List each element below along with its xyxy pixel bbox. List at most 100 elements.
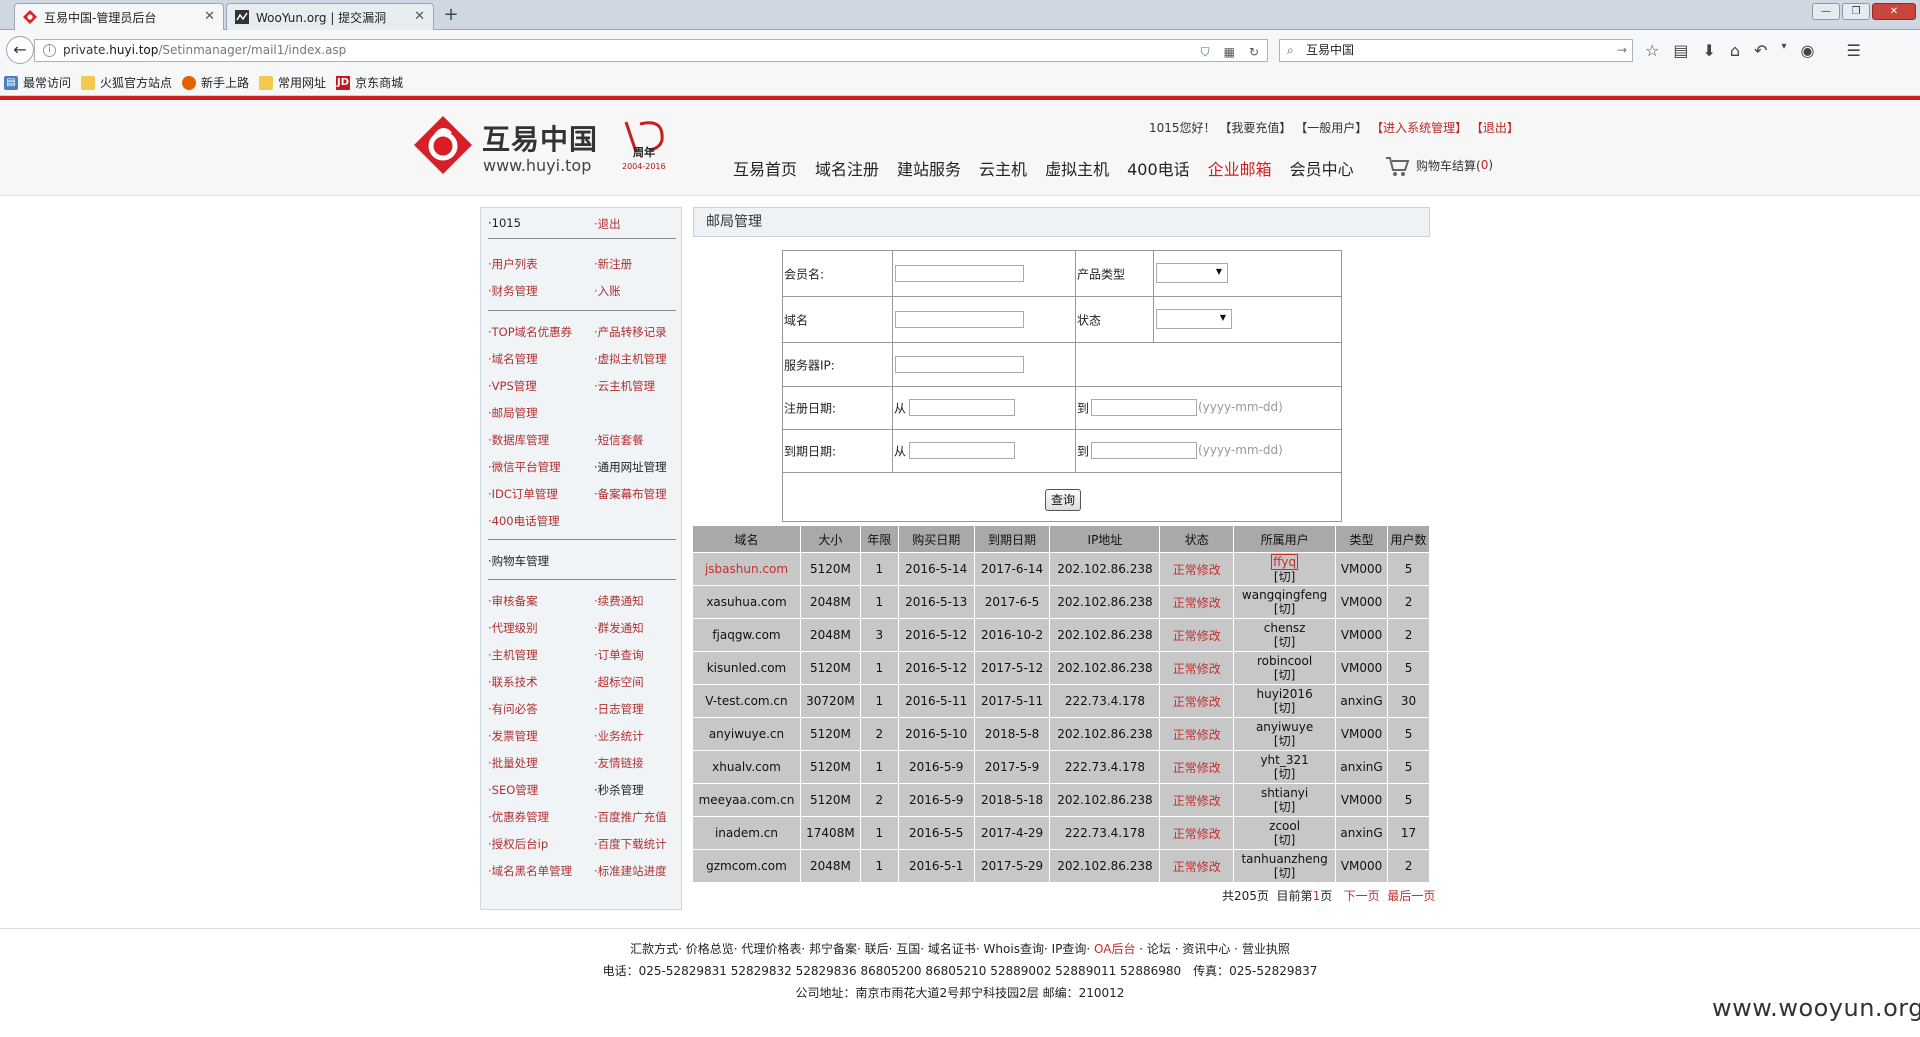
sidebar-item-logout[interactable]: ·退出 (594, 216, 621, 232)
sidebar-item[interactable]: ·备案幕布管理 (594, 486, 667, 502)
minimize-icon[interactable]: — (1812, 3, 1840, 20)
nav-website[interactable]: 建站服务 (897, 156, 961, 180)
sidebar-item[interactable]: ·通用网址管理 (594, 459, 667, 475)
query-button[interactable]: 查询 (1045, 489, 1081, 511)
browser-tab[interactable]: WooYun.org | 提交漏洞 ✕ (226, 3, 434, 30)
maximize-icon[interactable]: ❐ (1842, 3, 1870, 20)
reader-icon[interactable]: ▤ (1673, 41, 1688, 60)
sidebar-item[interactable]: ·秒杀管理 (594, 782, 644, 798)
cell-st[interactable]: 正常修改 (1159, 585, 1235, 619)
cell-st[interactable]: 正常修改 (1159, 651, 1235, 685)
sidebar-item[interactable]: ·超标空间 (594, 674, 644, 690)
cell-dom[interactable]: fjaqgw.com (692, 618, 801, 652)
cell-st[interactable]: 正常修改 (1159, 618, 1235, 652)
sidebar-item[interactable]: ·VPS管理 (488, 378, 537, 394)
switch-user-link[interactable]: [切] (1274, 635, 1295, 649)
footer-links-text[interactable]: 汇款方式· 价格总览· 代理价格表· 邦宁备案· 联后· 互国· 域名证书· W… (630, 942, 1090, 956)
back-arrow-icon[interactable]: ← (6, 36, 34, 64)
sidebar-item[interactable]: ·入账 (594, 283, 621, 299)
owner-username[interactable]: wangqingfeng (1242, 588, 1327, 602)
sidebar-item[interactable]: ·百度推广充值 (594, 809, 667, 825)
reg-date-to-input[interactable] (1091, 399, 1197, 416)
sidebar-item[interactable]: ·有问必答 (488, 701, 538, 717)
tab-close-icon[interactable]: ✕ (414, 9, 425, 24)
bookmark-item[interactable]: ▤ 最常访问 (4, 74, 71, 91)
sidebar-item[interactable]: ·主机管理 (488, 647, 538, 663)
product-type-select[interactable] (1156, 263, 1228, 283)
owner-username[interactable]: robincool (1257, 654, 1312, 668)
browser-tab-active[interactable]: 互易中国-管理员后台 ✕ (14, 3, 224, 30)
menu-icon[interactable]: ☰ (1846, 41, 1860, 60)
cell-st[interactable]: 正常修改 (1159, 750, 1235, 784)
huyi-logo-icon[interactable] (414, 116, 472, 174)
switch-user-link[interactable]: [切] (1274, 767, 1295, 781)
sidebar-item[interactable]: ·续费通知 (594, 593, 644, 609)
home-icon[interactable]: ⌂ (1730, 41, 1740, 60)
search-input[interactable]: 互易中国 (1306, 43, 1354, 57)
owner-username[interactable]: anyiwuye (1256, 720, 1313, 734)
recharge-link[interactable]: 【我要充值】 (1219, 121, 1291, 135)
member-name-input[interactable] (895, 265, 1024, 282)
sidebar-item[interactable]: ·群发通知 (594, 620, 644, 636)
sidebar-item[interactable]: ·域名管理 (488, 351, 538, 367)
sidebar-item-cart[interactable]: ·购物车管理 (488, 553, 549, 569)
owner-username[interactable]: tanhuanzheng (1241, 852, 1327, 866)
sidebar-item[interactable]: ·产品转移记录 (594, 324, 667, 340)
sidebar-item[interactable]: ·微信平台管理 (488, 459, 561, 475)
nav-cloud[interactable]: 云主机 (979, 156, 1027, 180)
sidebar-item[interactable]: ·400电话管理 (488, 513, 560, 529)
cell-dom[interactable]: inadem.cn (692, 816, 801, 850)
switch-user-link[interactable]: [切] (1274, 701, 1295, 715)
info-icon[interactable]: i (43, 44, 56, 57)
sidebar-item[interactable]: ·SEO管理 (488, 782, 538, 798)
cell-dom[interactable]: gzmcom.com (692, 849, 801, 883)
sidebar-item[interactable]: ·TOP域名优惠券 (488, 324, 572, 340)
cell-st[interactable]: 正常修改 (1159, 552, 1235, 586)
undo-icon[interactable]: ↶ (1754, 41, 1767, 60)
nav-mail[interactable]: 企业邮箱 (1208, 156, 1272, 180)
nav-vhost[interactable]: 虚拟主机 (1045, 156, 1109, 180)
cart-link[interactable]: 购物车结算( 0 ) (1384, 152, 1493, 178)
switch-user-link[interactable]: [切] (1274, 800, 1295, 814)
sidebar-item[interactable]: ·联系技术 (488, 674, 538, 690)
server-ip-input[interactable] (895, 356, 1024, 373)
switch-user-link[interactable]: [切] (1274, 570, 1295, 584)
download-icon[interactable]: ⬇ (1702, 41, 1715, 60)
last-page-link[interactable]: 最后一页 (1387, 889, 1435, 903)
cell-dom[interactable]: jsbashun.com (692, 552, 801, 586)
owner-username[interactable]: yht_321 (1260, 753, 1308, 767)
exp-date-to-input[interactable] (1091, 442, 1197, 459)
owner-username[interactable]: chensz (1264, 621, 1306, 635)
footer-links-end[interactable]: · 论坛 · 资讯中心 · 营业执照 (1139, 942, 1290, 956)
oa-link[interactable]: OA后台 (1094, 942, 1135, 956)
sidebar-item[interactable]: ·代理级别 (488, 620, 538, 636)
new-tab-button[interactable]: + (437, 5, 465, 27)
sidebar-item[interactable]: ·业务统计 (594, 728, 644, 744)
nav-400[interactable]: 400电话 (1127, 156, 1190, 180)
tab-close-icon[interactable]: ✕ (204, 9, 215, 24)
star-icon[interactable]: ☆ (1645, 41, 1659, 60)
search-bar[interactable]: ⌕ 互易中国 → (1279, 39, 1633, 62)
cell-dom[interactable]: xhualv.com (692, 750, 801, 784)
switch-user-link[interactable]: [切] (1274, 668, 1295, 682)
url-bar[interactable]: i private.huyi.top/Setinmanager/mail1/in… (34, 39, 1268, 62)
switch-user-link[interactable]: [切] (1274, 866, 1295, 880)
sidebar-item[interactable]: ·用户列表 (488, 256, 538, 272)
bookmark-item[interactable]: 常用网址 (259, 74, 326, 91)
reload-icon[interactable]: ↻ (1249, 42, 1259, 63)
sidebar-item[interactable]: ·百度下载统计 (594, 836, 667, 852)
sidebar-item[interactable]: ·虚拟主机管理 (594, 351, 667, 367)
normal-user-link[interactable]: 【一般用户】 (1295, 121, 1367, 135)
status-select[interactable] (1156, 309, 1232, 329)
cell-st[interactable]: 正常修改 (1159, 783, 1235, 817)
cell-dom[interactable]: meeyaa.com.cn (692, 783, 801, 817)
sidebar-item[interactable]: ·审核备案 (488, 593, 538, 609)
sidebar-item[interactable]: ·IDC订单管理 (488, 486, 558, 502)
cell-dom[interactable]: xasuhua.com (692, 585, 801, 619)
sidebar-item[interactable]: ·优惠券管理 (488, 809, 549, 825)
sidebar-item[interactable]: ·标准建站进度 (594, 863, 667, 879)
next-page-link[interactable]: 下一页 (1344, 889, 1380, 903)
owner-username[interactable]: shtianyi (1261, 786, 1308, 800)
sidebar-item[interactable]: ·域名黑名单管理 (488, 863, 572, 879)
bookmark-item[interactable]: 新手上路 (182, 74, 249, 91)
